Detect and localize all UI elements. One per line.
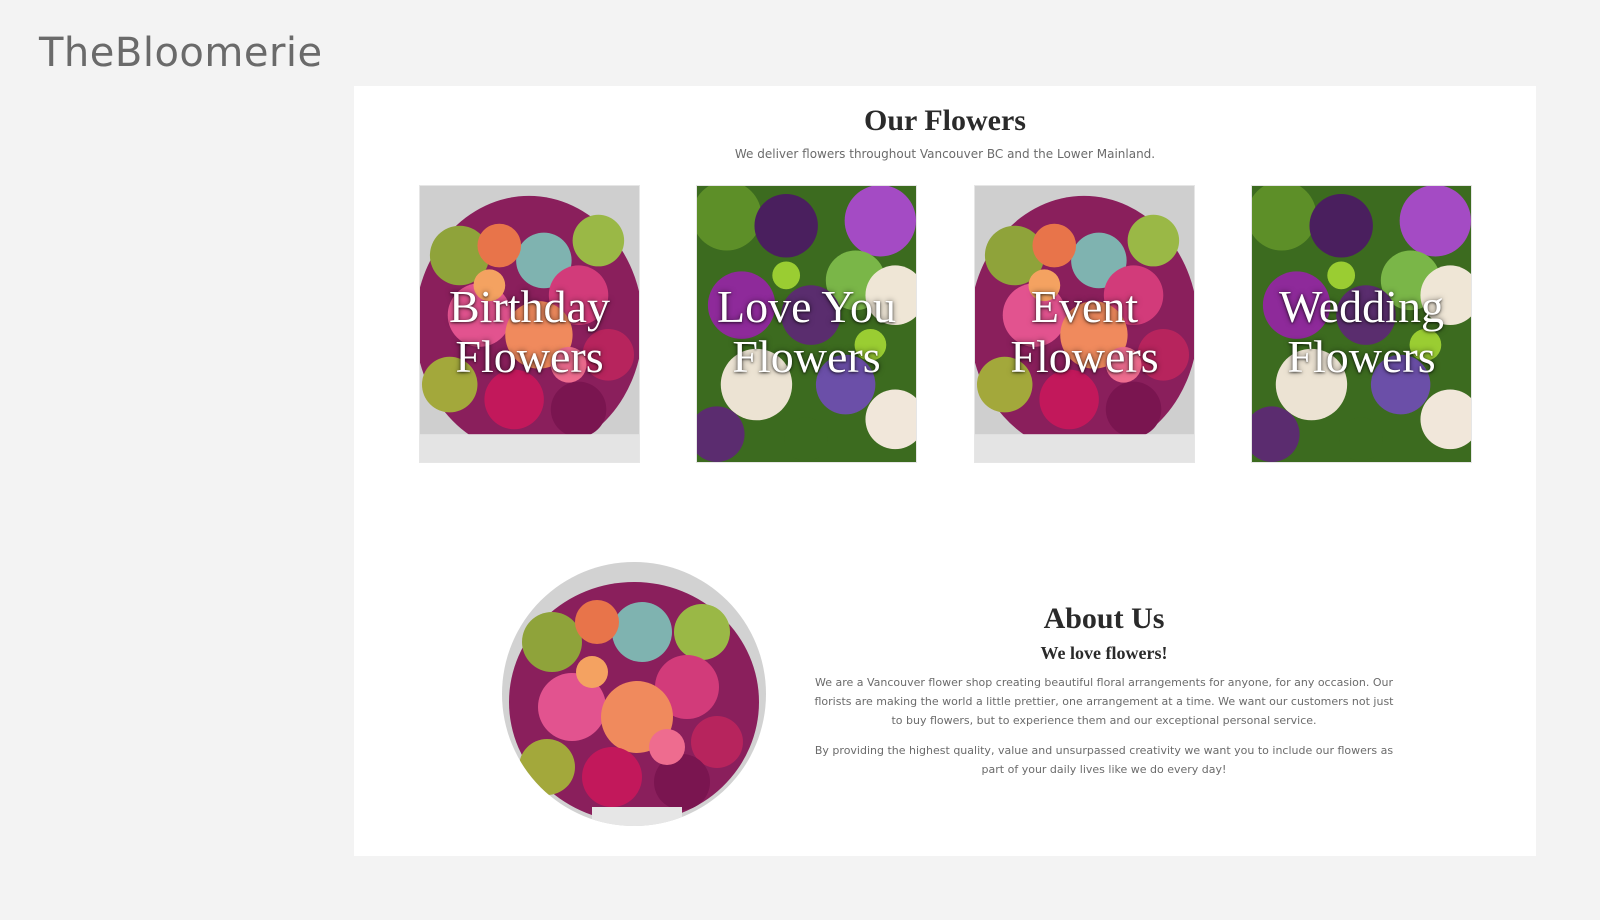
bouquet-image <box>1252 186 1471 462</box>
bouquet-image <box>420 186 639 462</box>
category-card-wedding[interactable]: Wedding Flowers <box>1251 185 1472 463</box>
about-us-heading: About Us <box>1043 602 1165 635</box>
flower-category-grid: Birthday Flowers Love You Flowers Event … <box>419 185 1472 463</box>
about-us-photo <box>502 562 766 826</box>
bouquet-image <box>697 186 916 462</box>
our-flowers-heading: Our Flowers <box>864 104 1026 137</box>
bouquet-image <box>975 186 1194 462</box>
our-flowers-subtitle: We deliver flowers throughout Vancouver … <box>734 147 1156 161</box>
category-card-birthday[interactable]: Birthday Flowers <box>419 185 640 463</box>
content-panel: Our Flowers We deliver flowers throughou… <box>354 86 1536 856</box>
about-us-paragraph: We are a Vancouver flower shop creating … <box>814 676 1394 727</box>
category-card-event[interactable]: Event Flowers <box>974 185 1195 463</box>
about-us-paragraph: By providing the highest quality, value … <box>814 744 1394 776</box>
round-bouquet-image <box>502 562 766 826</box>
about-us-tagline: We love flowers! <box>1040 643 1168 663</box>
brand-logo-text[interactable]: TheBloomerie <box>39 30 323 76</box>
about-us-block: About Us We love flowers! We are a Vanco… <box>814 601 1394 779</box>
category-card-love-you[interactable]: Love You Flowers <box>696 185 917 463</box>
